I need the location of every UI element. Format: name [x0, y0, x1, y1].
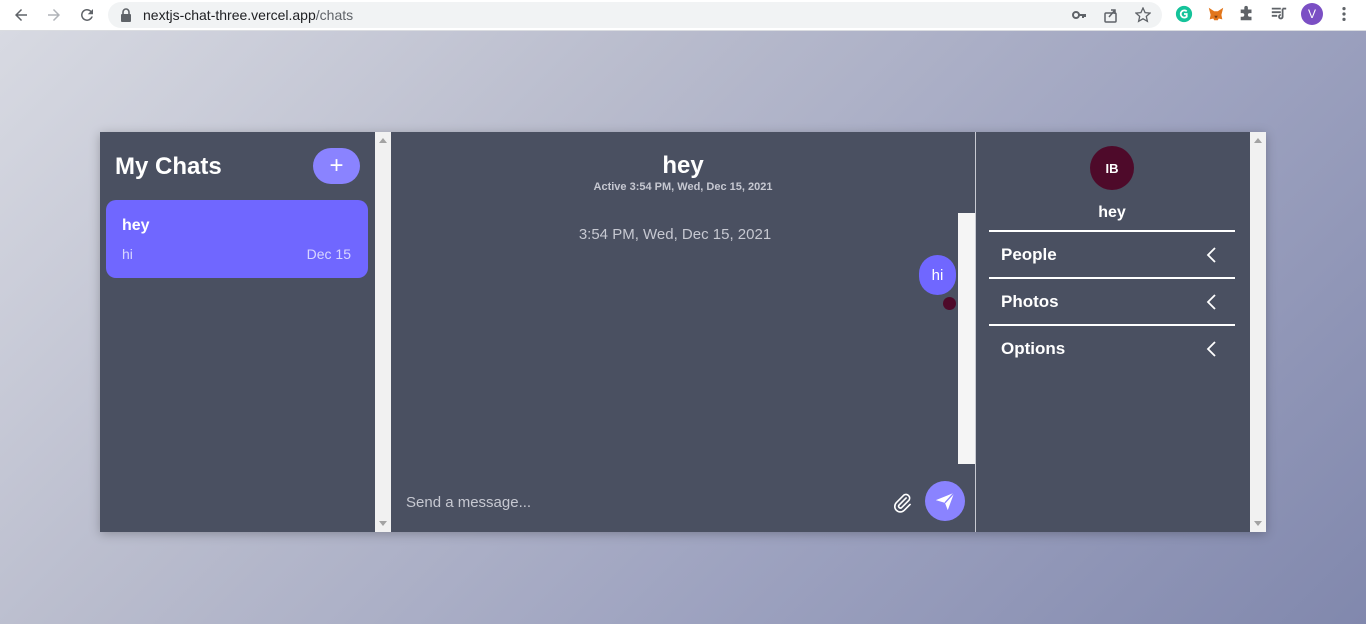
scroll-down-arrow[interactable] — [379, 521, 387, 526]
send-button[interactable] — [925, 481, 965, 521]
profile-avatar[interactable]: V — [1301, 3, 1323, 25]
chat-item-preview: hi — [122, 246, 133, 262]
chevron-left-icon — [1206, 247, 1216, 263]
chat-title: hey — [662, 152, 704, 179]
chat-app: My Chats + hey hi Dec 15 hey Active 3:54… — [100, 132, 1266, 532]
kebab-menu-icon[interactable] — [1334, 4, 1354, 24]
metamask-extension-icon[interactable] — [1206, 4, 1226, 24]
grammarly-extension-icon[interactable] — [1174, 4, 1194, 24]
scroll-up-arrow[interactable] — [1254, 138, 1262, 143]
message-input[interactable] — [406, 487, 876, 517]
message-bubble: hi — [919, 255, 956, 295]
section-label: People — [1001, 245, 1057, 264]
chat-list-scrollbar[interactable] — [375, 132, 391, 532]
details-chat-name: hey — [1098, 204, 1126, 221]
media-controls-icon[interactable] — [1269, 4, 1289, 24]
conversation-panel: hey Active 3:54 PM, Wed, Dec 15, 2021 3:… — [391, 132, 975, 532]
reload-button[interactable] — [76, 4, 98, 26]
chat-item-title: hey — [122, 217, 150, 234]
chat-list-panel: My Chats + hey hi Dec 15 — [100, 132, 375, 532]
bookmark-star-icon[interactable] — [1135, 7, 1151, 23]
section-label: Photos — [1001, 292, 1059, 311]
chevron-left-icon — [1206, 294, 1216, 310]
extensions-puzzle-icon[interactable] — [1237, 4, 1257, 24]
forward-button[interactable] — [43, 4, 65, 26]
send-icon — [935, 492, 955, 511]
address-bar[interactable]: nextjs-chat-three.vercel.app/chats — [108, 2, 1162, 28]
arrow-left-icon — [15, 9, 27, 21]
photos-section[interactable]: Photos — [989, 277, 1235, 323]
messages-scrollbar[interactable] — [958, 213, 975, 464]
scroll-down-arrow[interactable] — [1254, 521, 1262, 526]
scroll-up-arrow[interactable] — [379, 138, 387, 143]
chevron-left-icon — [1206, 341, 1216, 357]
key-icon[interactable] — [1071, 7, 1087, 23]
share-icon[interactable] — [1103, 7, 1119, 23]
url-text: nextjs-chat-three.vercel.app/chats — [143, 7, 354, 23]
chat-list-title: My Chats — [115, 153, 222, 180]
options-section[interactable]: Options — [989, 324, 1235, 370]
paperclip-icon[interactable] — [891, 492, 913, 514]
chat-item-date: Dec 15 — [306, 246, 351, 262]
reload-icon — [81, 8, 93, 21]
chat-list-item[interactable]: hey hi Dec 15 — [106, 200, 368, 278]
section-label: Options — [1001, 339, 1066, 358]
back-button[interactable] — [10, 4, 32, 26]
details-scrollbar[interactable] — [1250, 132, 1266, 532]
lock-icon — [121, 8, 131, 22]
message-timestamp: 3:54 PM, Wed, Dec 15, 2021 — [578, 226, 772, 243]
member-avatar: IB — [1090, 146, 1134, 190]
arrow-right-icon — [48, 9, 60, 21]
chat-activity-status: Active 3:54 PM, Wed, Dec 15, 2021 — [593, 181, 773, 193]
new-chat-button[interactable]: + — [313, 148, 360, 184]
read-receipt-avatar — [943, 297, 956, 310]
browser-toolbar: nextjs-chat-three.vercel.app/chats V — [0, 0, 1366, 31]
chat-details-panel: IB hey People Photos Options — [976, 132, 1250, 532]
people-section[interactable]: People — [989, 230, 1235, 276]
